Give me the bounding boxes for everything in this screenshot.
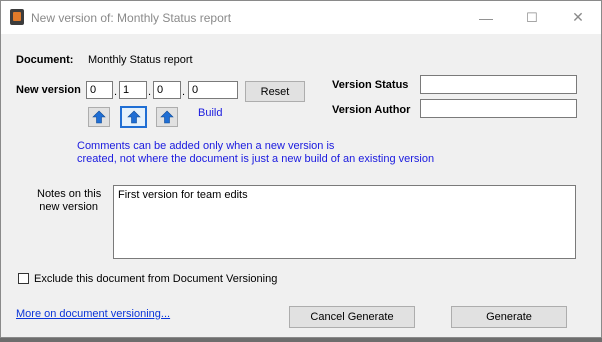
exclude-label[interactable]: Exclude this document from Document Vers… <box>34 273 277 285</box>
version-author-field[interactable] <box>420 99 577 118</box>
notes-textarea[interactable]: First version for team edits <box>113 185 576 259</box>
version-status-field[interactable] <box>420 75 577 94</box>
up-arrow-icon <box>92 110 106 124</box>
version-separator: . <box>114 86 118 98</box>
more-info-link[interactable]: More on document versioning... <box>16 308 170 320</box>
background-strip <box>0 338 602 342</box>
comment-note-line1: Comments can be added only when a new ve… <box>77 140 335 152</box>
up-arrow-icon <box>126 110 141 124</box>
version-patch-field[interactable]: 0 <box>153 81 181 99</box>
version-separator: . <box>182 86 186 98</box>
exclude-checkbox[interactable] <box>18 273 29 284</box>
version-separator: . <box>148 86 152 98</box>
notes-label-line1: Notes on this <box>37 188 102 200</box>
version-minor-field[interactable]: 1 <box>119 81 147 99</box>
increment-major-button[interactable] <box>88 107 110 127</box>
app-icon <box>10 9 24 25</box>
reset-button[interactable]: Reset <box>245 81 305 102</box>
cancel-generate-button[interactable]: Cancel Generate <box>289 306 415 328</box>
minimize-button[interactable]: — <box>463 1 509 34</box>
dialog-window: New version of: Monthly Status report — … <box>0 0 602 338</box>
up-arrow-icon <box>160 110 174 124</box>
version-build-field[interactable]: 0 <box>188 81 238 99</box>
document-name: Monthly Status report <box>88 54 193 66</box>
build-label: Build <box>198 107 223 119</box>
version-status-label: Version Status <box>332 79 409 91</box>
generate-button[interactable]: Generate <box>451 306 567 328</box>
comment-note-line2: created, not where the document is just … <box>77 153 435 165</box>
maximize-button[interactable]: ☐ <box>509 1 555 34</box>
document-label: Document: <box>16 54 74 66</box>
notes-label-line2: new version <box>39 201 98 213</box>
version-major-field[interactable]: 0 <box>86 81 113 99</box>
title-bar[interactable]: New version of: Monthly Status report — … <box>1 1 601 34</box>
increment-minor-button[interactable] <box>120 106 147 128</box>
close-button[interactable]: ✕ <box>555 1 601 34</box>
window-title: New version of: Monthly Status report <box>31 11 232 25</box>
new-version-label: New version <box>16 84 81 96</box>
increment-patch-button[interactable] <box>156 107 178 127</box>
version-author-label: Version Author <box>332 104 411 116</box>
